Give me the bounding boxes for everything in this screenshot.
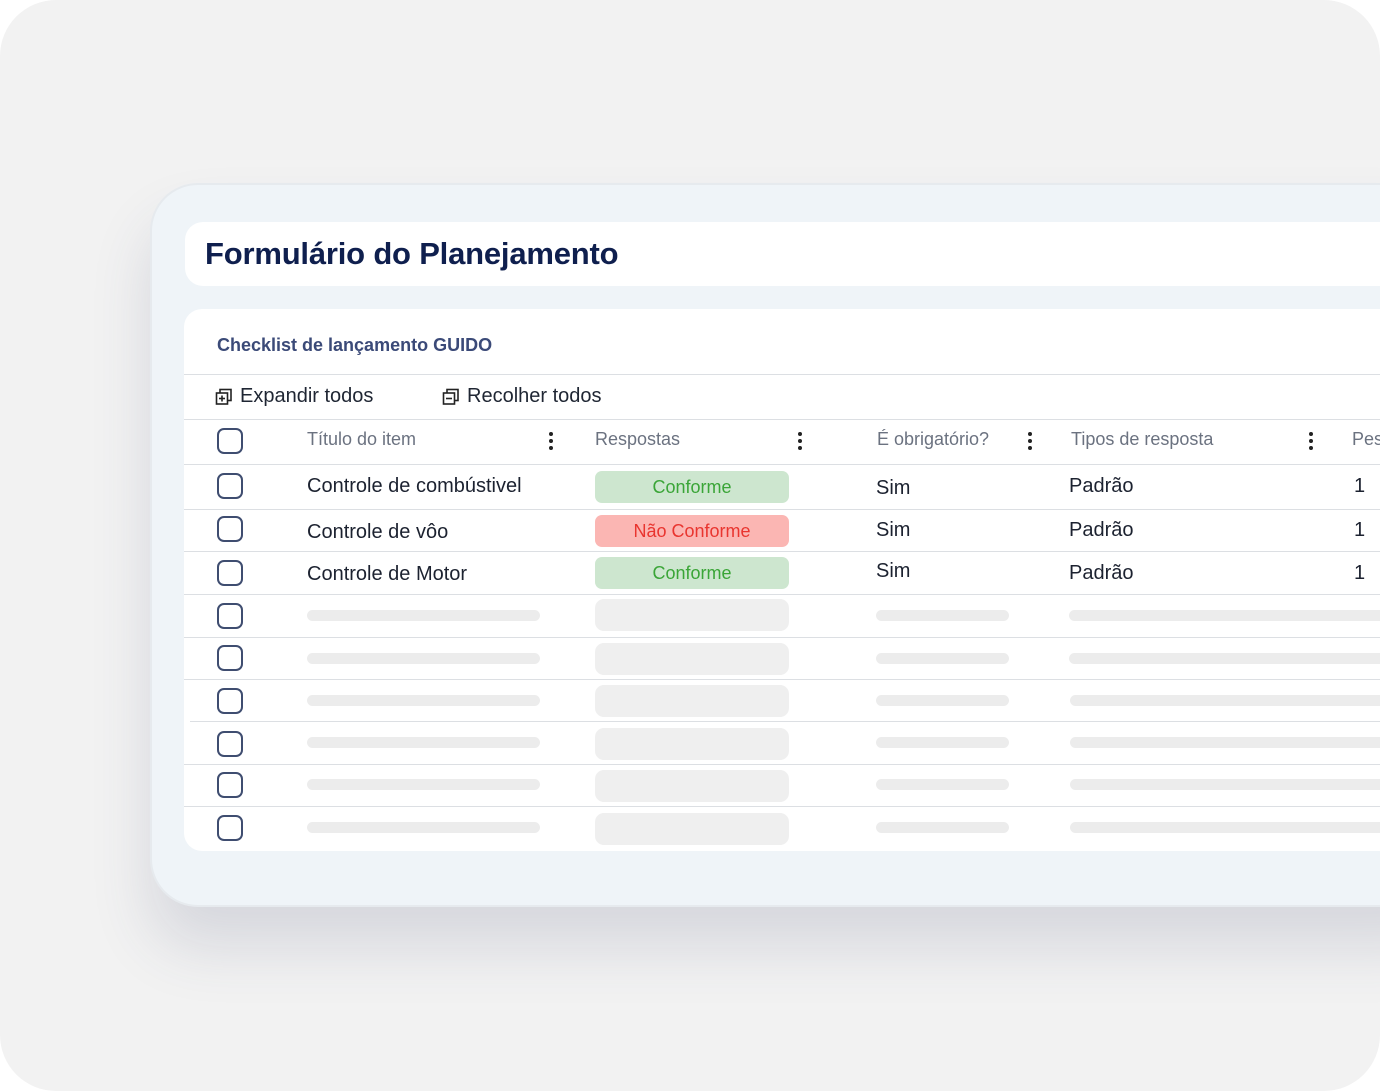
checklist-title: Checklist de lançamento GUIDO	[217, 335, 493, 355]
required-value: Sim	[876, 560, 911, 582]
status-badge[interactable]: Conforme	[595, 557, 789, 589]
title-bar: Formulário do Planejamento	[185, 222, 1380, 286]
placeholder-badge	[595, 770, 789, 802]
placeholder-bar	[876, 653, 1009, 664]
column-header-respostas: Respostas	[595, 429, 681, 449]
placeholder-bar	[1070, 695, 1380, 706]
placeholder-badge	[595, 643, 789, 675]
placeholder-bar	[307, 779, 540, 790]
answer-type-value: Padrão	[1069, 562, 1134, 584]
required-value: Sim	[876, 519, 911, 541]
column-menu-icon[interactable]	[1308, 432, 1314, 450]
collapse-icon	[442, 388, 459, 405]
column-menu-icon[interactable]	[548, 432, 554, 450]
placeholder-bar	[1070, 822, 1380, 833]
column-menu-icon[interactable]	[797, 432, 803, 450]
placeholder-bar	[307, 737, 540, 748]
placeholder-bar	[876, 695, 1009, 706]
divider	[184, 764, 1380, 765]
divider	[184, 679, 1380, 680]
row-checkbox[interactable]	[217, 473, 243, 499]
column-menu-icon[interactable]	[1027, 432, 1033, 450]
column-header-peso: Pes	[1352, 429, 1380, 449]
row-checkbox[interactable]	[217, 645, 243, 671]
placeholder-bar	[307, 822, 540, 833]
placeholder-bar	[1070, 737, 1380, 748]
collapse-all-label: Recolher todos	[467, 385, 602, 407]
answer-type-value: Padrão	[1069, 519, 1134, 541]
placeholder-bar	[307, 695, 540, 706]
weight-value: 1	[1354, 562, 1366, 584]
background: Formulário do Planejamento Checklist de …	[0, 0, 1380, 1091]
divider	[184, 419, 1380, 420]
placeholder-badge	[595, 599, 789, 631]
placeholder-bar	[1069, 610, 1380, 621]
item-title: Controle de combústivel	[307, 475, 522, 497]
divider	[184, 509, 1380, 510]
divider	[184, 637, 1380, 638]
expand-all-label: Expandir todos	[240, 385, 374, 407]
placeholder-bar	[1069, 653, 1380, 664]
column-header-obrigatorio: É obrigatório?	[877, 429, 990, 449]
item-title: Controle de vôo	[307, 521, 449, 543]
weight-value: 1	[1354, 519, 1366, 541]
status-badge[interactable]: Conforme	[595, 471, 789, 503]
column-header-titulo: Título do item	[307, 429, 417, 449]
placeholder-bar	[307, 653, 540, 664]
page-title: Formulário do Planejamento	[205, 236, 619, 271]
expand-all-button[interactable]: Expandir todos	[215, 385, 373, 408]
item-title: Controle de Motor	[307, 563, 468, 585]
expand-icon	[215, 388, 232, 405]
column-header-tipos: Tipos de resposta	[1071, 429, 1214, 449]
divider	[184, 551, 1380, 552]
select-all-checkbox[interactable]	[217, 428, 243, 454]
placeholder-bar	[307, 610, 540, 621]
divider	[184, 374, 1380, 375]
row-checkbox[interactable]	[217, 603, 243, 629]
weight-value: 1	[1354, 475, 1366, 497]
placeholder-bar	[876, 779, 1009, 790]
divider	[184, 594, 1380, 595]
divider	[184, 464, 1380, 465]
placeholder-bar	[876, 610, 1009, 621]
placeholder-badge	[595, 813, 789, 845]
row-checkbox[interactable]	[217, 815, 243, 841]
divider	[190, 721, 1380, 722]
row-checkbox[interactable]	[217, 516, 243, 542]
status-badge[interactable]: Não Conforme	[595, 515, 789, 547]
placeholder-badge	[595, 728, 789, 760]
row-checkbox[interactable]	[217, 731, 243, 757]
placeholder-badge	[595, 685, 789, 717]
checklist-panel: Checklist de lançamento GUIDO Expandir t…	[184, 309, 1380, 851]
answer-type-value: Padrão	[1069, 475, 1134, 497]
row-checkbox[interactable]	[217, 688, 243, 714]
placeholder-bar	[1070, 779, 1380, 790]
row-checkbox[interactable]	[217, 560, 243, 586]
divider	[184, 806, 1380, 807]
required-value: Sim	[876, 477, 911, 499]
placeholder-bar	[876, 737, 1009, 748]
placeholder-bar	[876, 822, 1009, 833]
row-checkbox[interactable]	[217, 772, 243, 798]
collapse-all-button[interactable]: Recolher todos	[442, 385, 602, 408]
